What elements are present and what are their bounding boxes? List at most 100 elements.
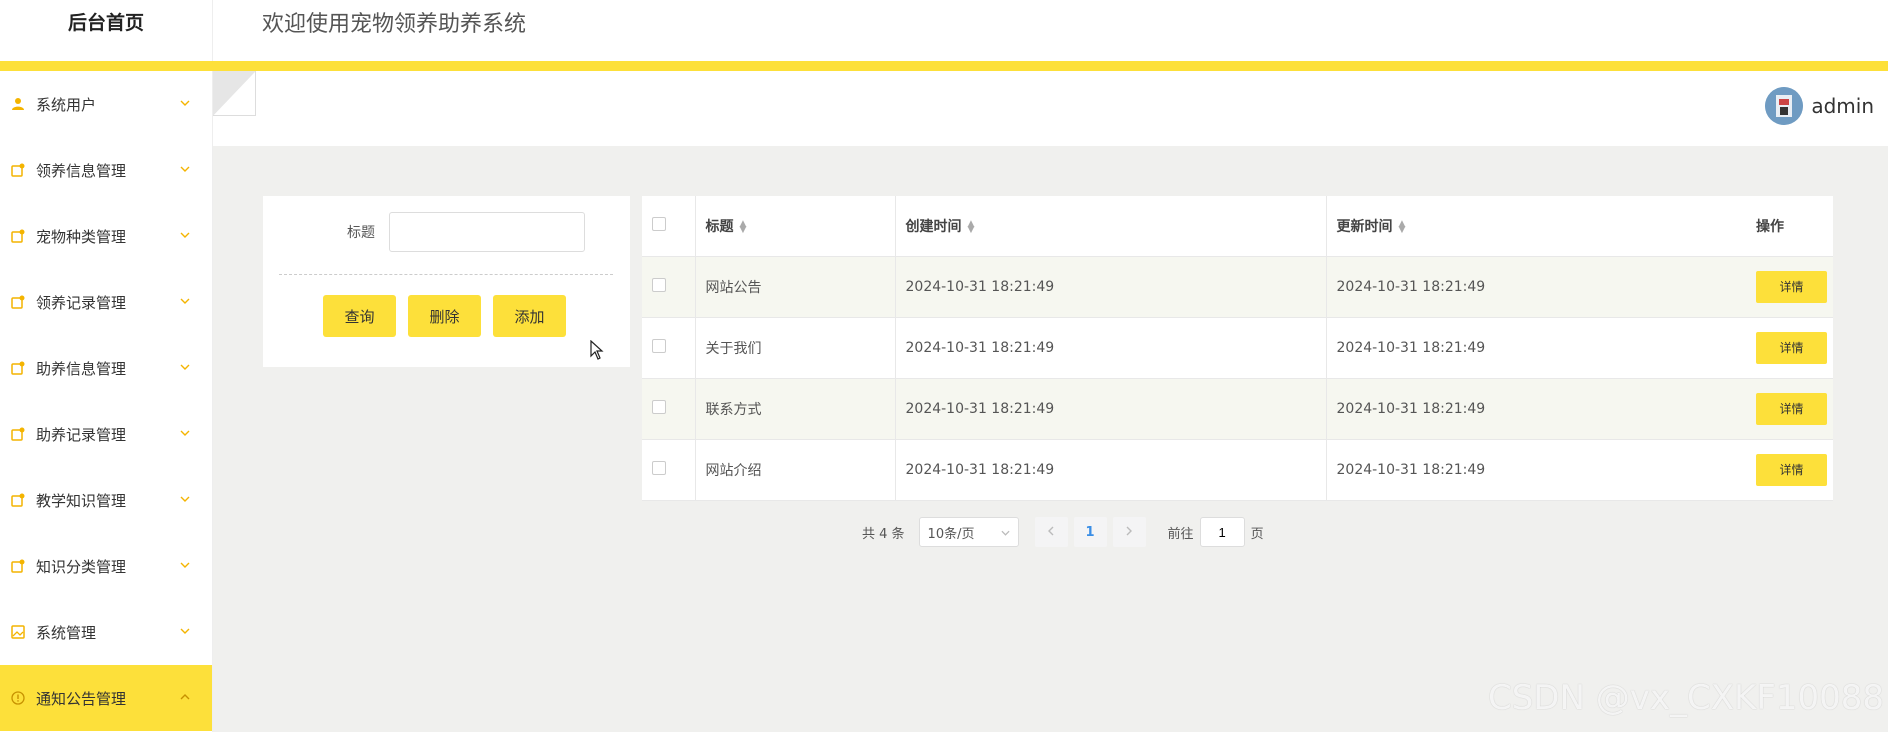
column-header-label: 更新时间 [1336,218,1393,235]
content-topbar: admin [213,71,1888,146]
sidebar-item-notice-management[interactable]: 通知公告管理 [0,665,212,731]
table-header-row: 标题 ▲ ▼ 创建时间 ▲ ▼ 更新时间 ▲ ▼ 操作 [642,196,1833,257]
row-checkbox-cell [642,317,696,379]
column-header-title[interactable]: 标题 ▲ ▼ [695,196,896,257]
document-icon [10,558,26,574]
brand-title[interactable]: 后台首页 [0,0,213,61]
document-icon [10,162,26,178]
chevron-down-icon [180,95,190,109]
chevron-down-icon [180,623,190,637]
sidebar-item-label: 领养记录管理 [36,293,127,312]
cell-actions: 详情 [1756,439,1833,501]
sidebar-item-adoption-records[interactable]: 领养记录管理 [0,269,212,335]
cell-actions: 详情 [1756,378,1833,440]
cell-title: 联系方式 [695,378,896,440]
chevron-up-icon [180,689,190,703]
pagination: 共 4 条 10条/页 1 前往 页 [862,517,1264,547]
chevron-down-icon [180,293,190,307]
detail-button[interactable]: 详情 [1756,392,1827,425]
username[interactable]: admin [1811,94,1874,118]
delete-button[interactable]: 删除 [408,295,481,337]
pagination-total: 共 4 条 [862,526,905,542]
chevron-down-icon [180,161,190,175]
prev-page-button[interactable] [1034,517,1068,547]
sidebar-item-label: 教学知识管理 [36,491,127,510]
welcome-title: 欢迎使用宠物领养助养系统 [262,12,527,37]
chevron-down-icon [180,359,190,373]
sidebar-item-adoption-info[interactable]: 领养信息管理 [0,137,212,203]
page-size-select[interactable]: 10条/页 [918,517,1019,547]
sidebar-item-label: 系统管理 [36,623,97,642]
cell-title: 网站介绍 [695,439,896,501]
cell-created: 2024-10-31 18:21:49 [895,439,1327,501]
notice-table: 标题 ▲ ▼ 创建时间 ▲ ▼ 更新时间 ▲ ▼ 操作 网站公告 2024-10-31 18… [642,196,1833,501]
page-size-value: 10条/页 [927,526,975,542]
document-icon [10,294,26,310]
cell-updated: 2024-10-31 18:21:49 [1326,256,1756,318]
select-all-checkbox[interactable] [652,216,666,231]
next-page-button[interactable] [1112,517,1146,547]
sidebar-item-sponsor-records[interactable]: 助养记录管理 [0,401,212,467]
title-search-input[interactable] [389,212,585,252]
sidebar-item-label: 助养信息管理 [36,359,127,378]
add-button[interactable]: 添加 [493,295,566,337]
sidebar-item-system-users[interactable]: 系统用户 [0,71,212,137]
sidebar-item-label: 领养信息管理 [36,161,127,180]
document-icon [10,492,26,508]
chevron-left-icon [1048,525,1054,540]
cell-created: 2024-10-31 18:21:49 [895,317,1327,379]
sort-icon[interactable]: ▲ ▼ [968,219,975,234]
select-all-cell [642,196,696,257]
sidebar: 系统用户 领养信息管理 宠物种类管理 领养记录管理 助养信息管理 助养记录管理 … [0,71,213,732]
cell-created: 2024-10-31 18:21:49 [895,256,1327,318]
row-checkbox-cell [642,439,696,501]
detail-button[interactable]: 详情 [1756,453,1827,486]
sidebar-item-label: 宠物种类管理 [36,227,127,246]
document-icon [10,228,26,244]
avatar[interactable] [1765,87,1804,125]
sidebar-item-teaching-knowledge[interactable]: 教学知识管理 [0,467,212,533]
column-header-created[interactable]: 创建时间 ▲ ▼ [895,196,1327,257]
sidebar-item-system-management[interactable]: 系统管理 [0,599,212,665]
sidebar-item-label: 知识分类管理 [36,557,127,576]
sidebar-item-knowledge-category[interactable]: 知识分类管理 [0,533,212,599]
column-header-label: 创建时间 [905,218,962,235]
mouse-cursor-icon [590,339,604,365]
sidebar-item-pet-category[interactable]: 宠物种类管理 [0,203,212,269]
row-checkbox[interactable] [652,460,666,475]
collapse-sidebar-icon[interactable] [213,71,257,117]
row-checkbox[interactable] [652,338,666,353]
row-checkbox[interactable] [652,277,666,292]
header: 后台首页 欢迎使用宠物领养助养系统 [0,0,1888,61]
column-header-label: 标题 [705,218,734,235]
cell-updated: 2024-10-31 18:21:49 [1326,378,1756,440]
chevron-down-icon [180,557,190,571]
detail-button[interactable]: 详情 [1756,331,1827,364]
cell-title: 关于我们 [695,317,896,379]
cell-actions: 详情 [1756,317,1833,379]
goto-page-input[interactable] [1199,517,1245,547]
row-checkbox-cell [642,256,696,318]
title-field-label: 标题 [347,225,375,241]
sidebar-item-label: 通知公告管理 [36,689,127,708]
row-checkbox[interactable] [652,399,666,414]
query-button[interactable]: 查询 [323,295,396,337]
sidebar-item-sponsor-info[interactable]: 助养信息管理 [0,335,212,401]
sort-icon[interactable]: ▲ ▼ [1399,219,1406,234]
column-header-updated[interactable]: 更新时间 ▲ ▼ [1326,196,1756,257]
page-number-button[interactable]: 1 [1073,517,1107,547]
header-accent-bar [0,61,1888,71]
chevron-down-icon [180,227,190,241]
cell-updated: 2024-10-31 18:21:49 [1326,317,1756,379]
table-row: 网站介绍 2024-10-31 18:21:49 2024-10-31 18:2… [642,439,1833,501]
cell-title: 网站公告 [695,256,896,318]
detail-button[interactable]: 详情 [1756,270,1827,303]
sort-icon[interactable]: ▲ ▼ [740,219,747,234]
chevron-down-icon [180,425,190,439]
divider [279,274,613,275]
table-row: 联系方式 2024-10-31 18:21:49 2024-10-31 18:2… [642,378,1833,440]
cell-updated: 2024-10-31 18:21:49 [1326,439,1756,501]
document-icon [10,426,26,442]
user-menu[interactable]: admin [1765,87,1874,125]
table-row: 网站公告 2024-10-31 18:21:49 2024-10-31 18:2… [642,256,1833,318]
